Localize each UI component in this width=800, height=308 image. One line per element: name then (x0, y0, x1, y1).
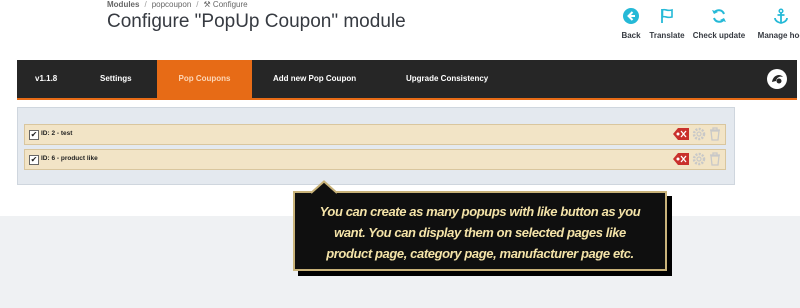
coupon-tag-icon[interactable] (673, 152, 689, 171)
menu-upgrade-consistency[interactable]: Upgrade Consistency (406, 60, 488, 98)
coupon-checkbox[interactable]: ✔ (29, 155, 39, 165)
coupon-row[interactable]: ✔ ID: 6 - product like (24, 149, 726, 170)
page-header: Modules / popcoupon / ⚒ Configure Configure … (0, 0, 800, 50)
coupon-checkbox[interactable]: ✔ (29, 130, 39, 140)
manage-hooks-label: Manage hoo (757, 31, 800, 40)
module-menu: v1.1.8 Settings Pop Coupons Add new Pop … (17, 60, 797, 100)
translate-button[interactable]: Translate (637, 8, 697, 40)
coupon-tag-icon[interactable] (673, 127, 689, 146)
refresh-icon (712, 9, 726, 23)
coupons-panel: ✔ ID: 2 - test ✔ ID: 6 - product like (17, 107, 735, 185)
check-update-label: Check update (692, 31, 746, 40)
menu-version: v1.1.8 (35, 74, 58, 83)
toolbar: Back Translate Check update Manage hoo (0, 8, 800, 44)
callout-line: product page, category page, manufacture… (326, 246, 634, 261)
coupon-label: ID: 2 - test (41, 130, 73, 137)
check-update-button[interactable]: Check update (689, 8, 749, 40)
flag-icon (661, 8, 673, 23)
callout-line: want. You can display them on selected p… (334, 225, 626, 240)
coupon-delete-icon[interactable] (709, 152, 721, 171)
coupon-settings-icon[interactable] (692, 127, 706, 146)
coupon-delete-icon[interactable] (709, 127, 721, 146)
callout-pointer (310, 180, 338, 194)
callout-text: You can create as many popups with like … (300, 201, 660, 264)
callout-line: You can create as many popups with like … (319, 204, 641, 219)
module-logo-icon (767, 69, 787, 89)
coupon-row[interactable]: ✔ ID: 2 - test (24, 124, 726, 145)
anchor-icon (774, 8, 788, 24)
menu-add-new-pop-coupon[interactable]: Add new Pop Coupon (273, 60, 356, 98)
manage-hooks-button[interactable]: Manage hoo (751, 8, 800, 40)
menu-pop-coupons[interactable]: Pop Coupons (157, 60, 252, 100)
menu-settings[interactable]: Settings (100, 60, 132, 98)
coupon-label: ID: 6 - product like (41, 155, 98, 162)
translate-label: Translate (649, 31, 685, 40)
coupon-settings-icon[interactable] (692, 152, 706, 171)
